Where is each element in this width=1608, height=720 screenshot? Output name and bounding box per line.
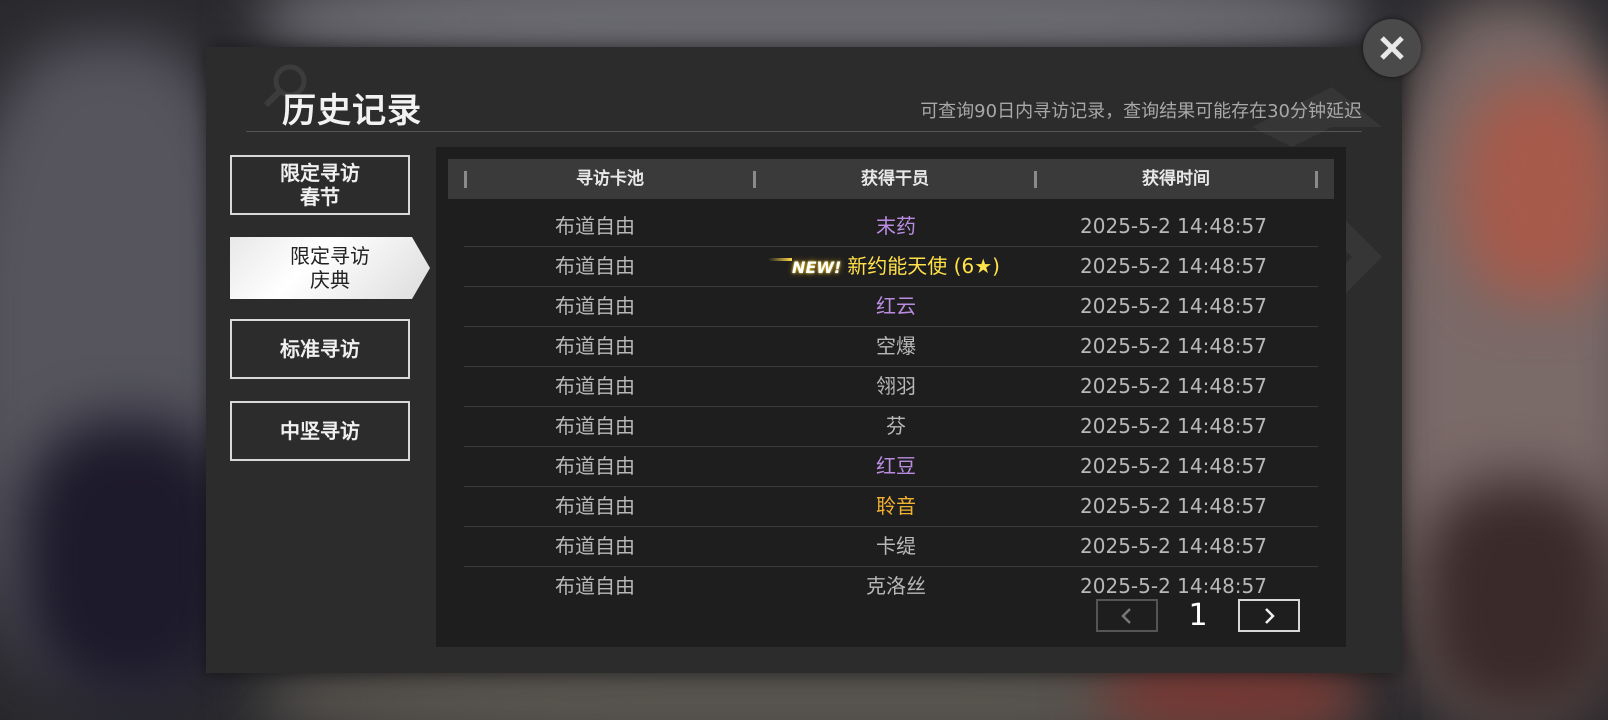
table-row: 布道自由 红豆 2025-5-2 14:48:57	[464, 447, 1318, 487]
cell-pool: 布道自由	[555, 334, 635, 358]
tab-label: 庆典	[310, 268, 350, 292]
operator-name: 翎羽	[876, 374, 916, 398]
column-header-operator: 获得干员	[861, 169, 929, 189]
cell-time: 2025-5-2 14:48:57	[1080, 454, 1267, 478]
cell-time: 2025-5-2 14:48:57	[1080, 494, 1267, 518]
cell-pool: 布道自由	[555, 454, 635, 478]
cell-pool: 布道自由	[555, 534, 635, 558]
pagination: 1	[1096, 599, 1316, 639]
table-header: 寻访卡池 获得干员 获得时间	[448, 159, 1334, 199]
cell-time: 2025-5-2 14:48:57	[1080, 254, 1267, 278]
next-page-button[interactable]	[1238, 599, 1300, 632]
cell-operator: 克洛丝	[741, 567, 1051, 606]
cell-pool: 布道自由	[555, 254, 635, 278]
cell-operator: 卡缇	[741, 527, 1051, 566]
tab-standard[interactable]: 标准寻访	[230, 319, 410, 379]
column-header-pool: 寻访卡池	[576, 169, 644, 189]
table-row: 布道自由 聆音 2025-5-2 14:48:57	[464, 487, 1318, 527]
column-header-time: 获得时间	[1142, 169, 1210, 189]
tab-label: 限定寻访	[290, 244, 370, 268]
cell-time: 2025-5-2 14:48:57	[1080, 534, 1267, 558]
cell-pool: 布道自由	[555, 294, 635, 318]
cell-operator: 翎羽	[741, 367, 1051, 406]
tab-kernel[interactable]: 中坚寻访	[230, 401, 410, 461]
operator-name: 红云	[876, 294, 916, 318]
cell-time: 2025-5-2 14:48:57	[1080, 414, 1267, 438]
tab-label: 春节	[300, 185, 340, 209]
table-row: 布道自由 NEW! 新约能天使 (6★) 2025-5-2 14:48:57	[464, 247, 1318, 287]
divider	[246, 131, 1362, 132]
operator-name: 克洛丝	[866, 574, 926, 598]
cell-time: 2025-5-2 14:48:57	[1080, 294, 1267, 318]
prev-page-button[interactable]	[1096, 599, 1158, 632]
table-row: 布道自由 红云 2025-5-2 14:48:57	[464, 287, 1318, 327]
page-title: 历史记录	[282, 91, 422, 131]
new-badge: NEW!	[767, 248, 841, 287]
cell-operator: 末药	[741, 207, 1051, 246]
tab-limited-spring[interactable]: 限定寻访 春节	[230, 155, 410, 215]
chevron-left-icon	[1121, 607, 1131, 624]
operator-name: 芬	[886, 414, 906, 438]
table-row: 布道自由 芬 2025-5-2 14:48:57	[464, 407, 1318, 447]
cell-pool: 布道自由	[555, 414, 635, 438]
query-hint: 可查询90日内寻访记录，查询结果可能存在30分钟延迟	[920, 101, 1362, 122]
operator-name: 聆音	[876, 494, 916, 518]
tab-label: 标准寻访	[280, 337, 360, 361]
chevron-right-icon	[1265, 607, 1275, 624]
table-body[interactable]: 布道自由 末药 2025-5-2 14:48:57 布道自由 NEW! 新约能天使 (6★…	[464, 207, 1318, 606]
cell-pool: 布道自由	[555, 214, 635, 238]
tab-limited-celebration[interactable]: 限定寻访 庆典	[230, 237, 430, 299]
operator-name: 新约能天使 (6★)	[847, 254, 1000, 278]
table-row: 布道自由 翎羽 2025-5-2 14:48:57	[464, 367, 1318, 407]
cell-operator: 芬	[741, 407, 1051, 446]
cell-time: 2025-5-2 14:48:57	[1080, 374, 1267, 398]
history-table: 寻访卡池 获得干员 获得时间 布道自由 末药 2025-5-2 14:48:57 布道…	[436, 147, 1346, 647]
table-row: 布道自由 空爆 2025-5-2 14:48:57	[464, 327, 1318, 367]
cell-pool: 布道自由	[555, 494, 635, 518]
cell-time: 2025-5-2 14:48:57	[1080, 214, 1267, 238]
cell-pool: 布道自由	[555, 374, 635, 398]
cell-operator: 红云	[741, 287, 1051, 326]
column-separator	[1315, 171, 1318, 188]
close-icon	[1380, 36, 1404, 60]
operator-name: 卡缇	[876, 534, 916, 558]
cell-operator: 聆音	[741, 487, 1051, 526]
operator-name: 末药	[876, 214, 916, 238]
tab-label: 中坚寻访	[280, 419, 360, 443]
tab-label: 限定寻访	[280, 161, 360, 185]
cell-pool: 布道自由	[555, 574, 635, 598]
cell-operator: 空爆	[741, 327, 1051, 366]
close-button[interactable]	[1363, 19, 1421, 77]
cell-operator: 红豆	[741, 447, 1051, 486]
page-number: 1	[1188, 598, 1208, 633]
table-row: 布道自由 末药 2025-5-2 14:48:57	[464, 207, 1318, 247]
operator-name: 红豆	[876, 454, 916, 478]
cell-operator: NEW! 新约能天使 (6★)	[741, 247, 1051, 286]
table-row: 布道自由 卡缇 2025-5-2 14:48:57	[464, 527, 1318, 567]
cell-time: 2025-5-2 14:48:57	[1080, 334, 1267, 358]
history-panel: 历史记录 可查询90日内寻访记录，查询结果可能存在30分钟延迟 限定寻访 春节 …	[206, 47, 1402, 673]
operator-name: 空爆	[876, 334, 916, 358]
